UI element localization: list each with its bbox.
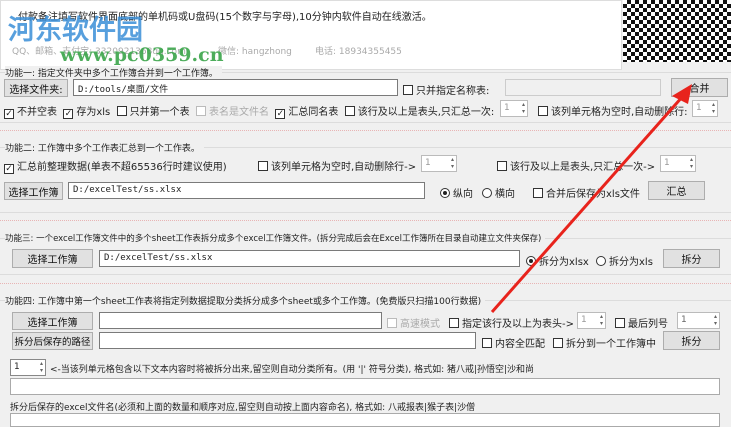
red-arrow-annotation xyxy=(490,84,692,313)
